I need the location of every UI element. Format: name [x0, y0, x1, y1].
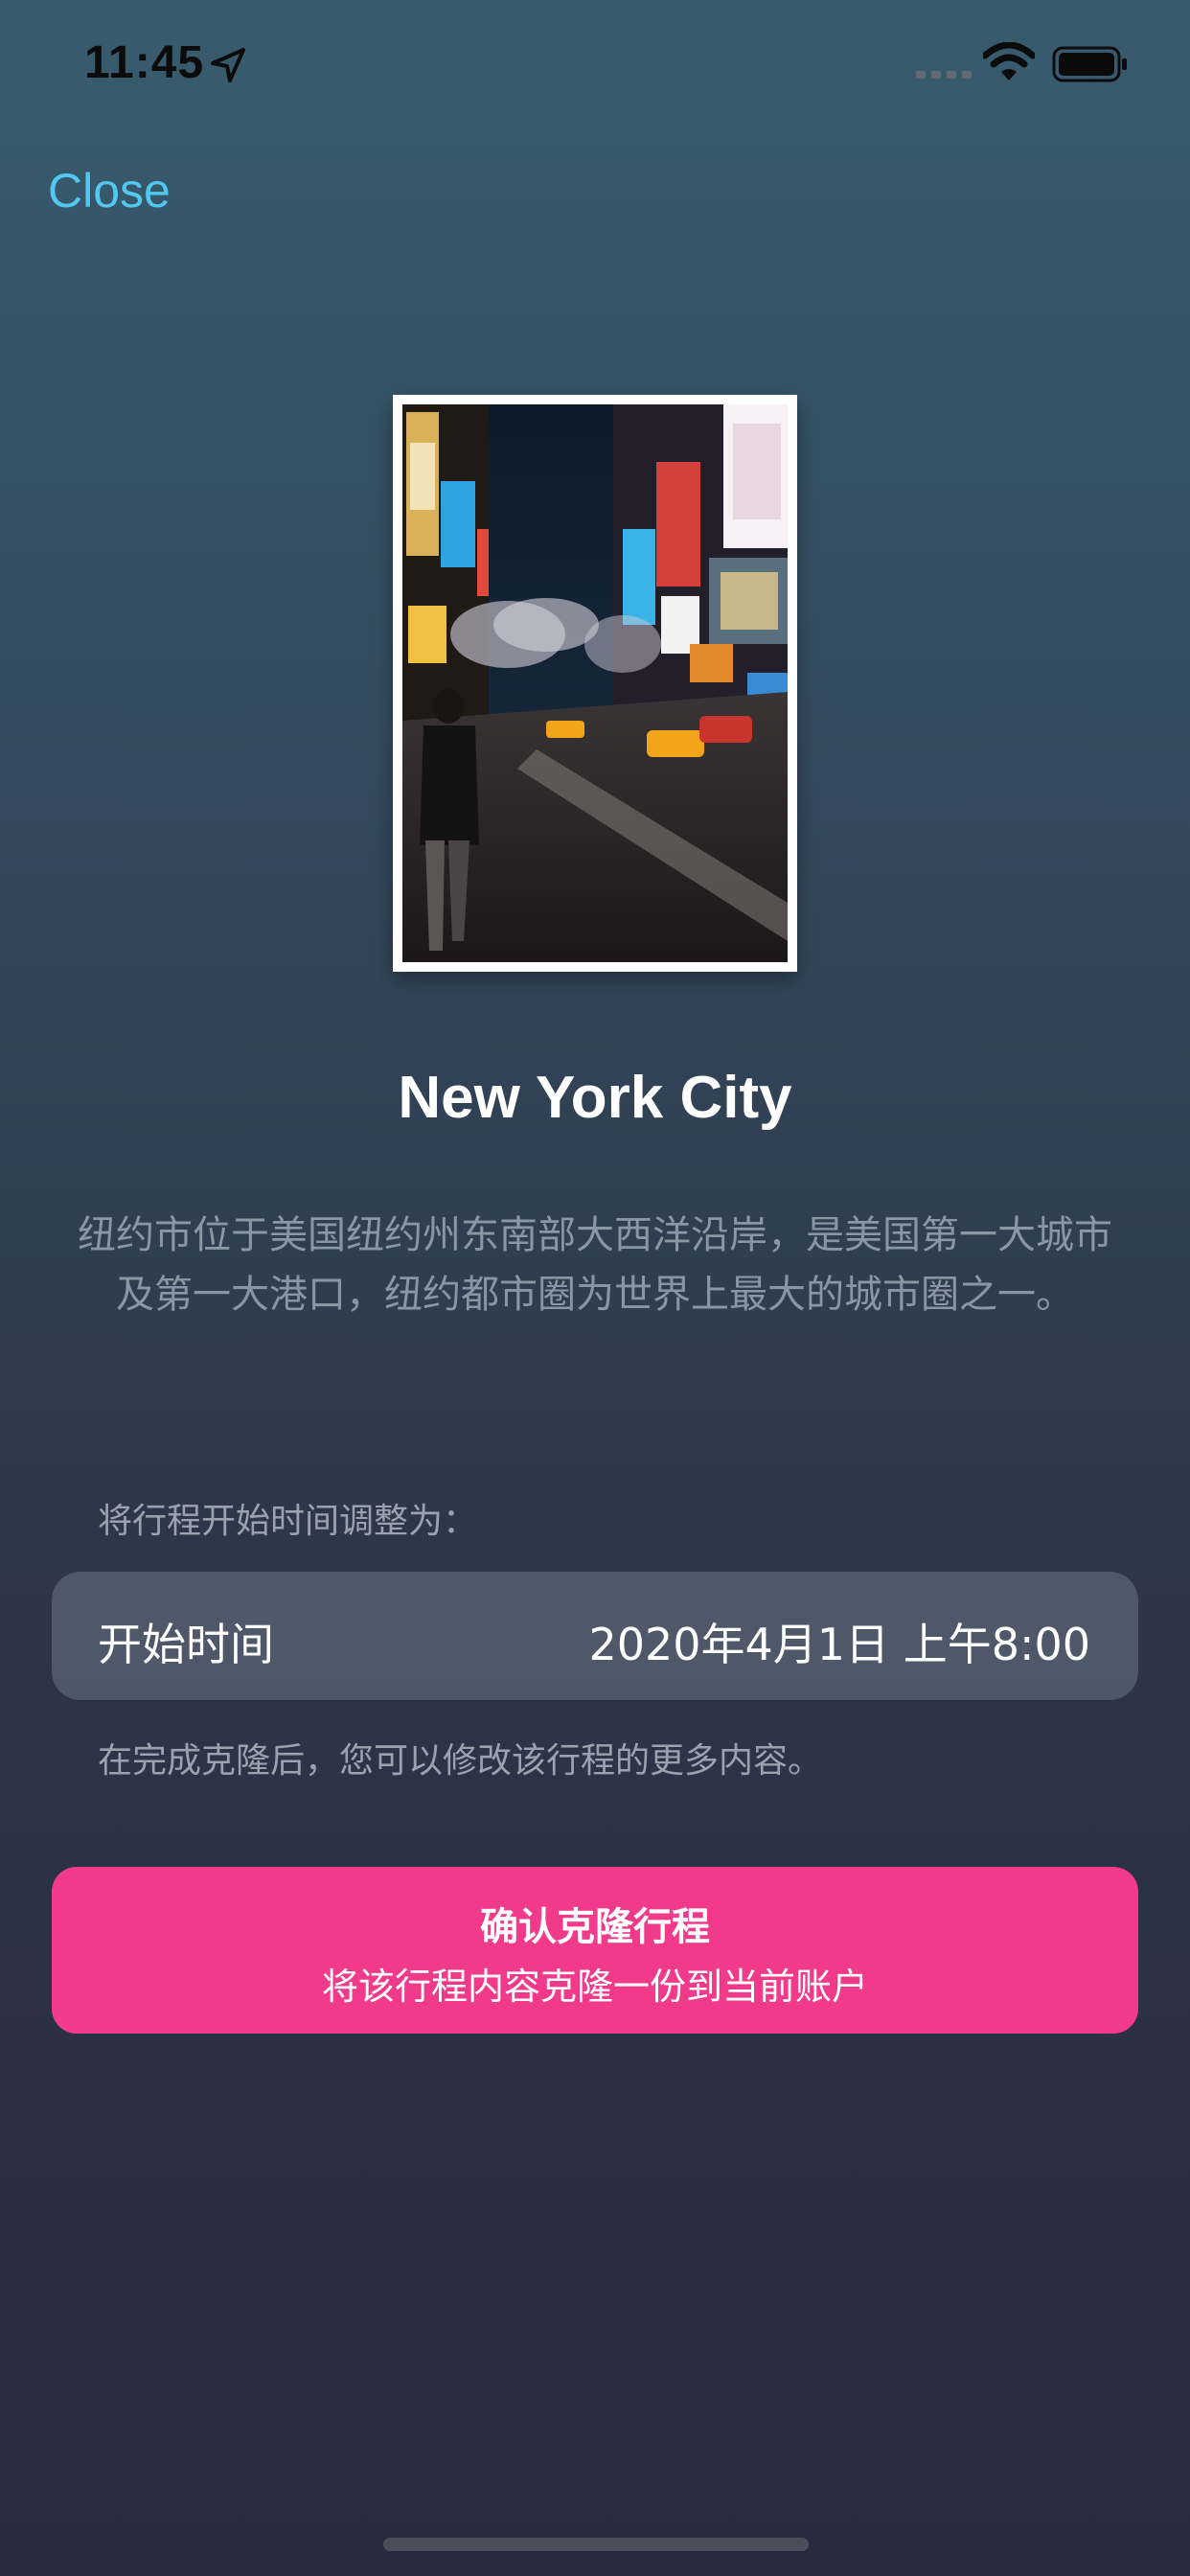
close-button[interactable]: Close	[48, 163, 171, 218]
cellular-signal-icon	[916, 71, 972, 79]
home-indicator[interactable]	[383, 2538, 809, 2551]
confirm-clone-button[interactable]: 确认克隆行程 将该行程内容克隆一份到当前账户	[52, 1867, 1138, 2034]
start-time-label: 开始时间	[98, 1619, 274, 1670]
status-time: 11:45	[84, 37, 205, 88]
city-street-photo	[402, 404, 788, 962]
location-arrow-icon	[211, 48, 245, 82]
city-description: 纽约市位于美国纽约州东南部大西洋沿岸，是美国第一大城市及第一大港口，纽约都市圈为…	[78, 1213, 1112, 1317]
confirm-clone-subtitle: 将该行程内容克隆一份到当前账户	[321, 1966, 868, 2008]
wifi-icon	[983, 42, 1035, 80]
confirm-clone-title: 确认克隆行程	[480, 1905, 710, 1949]
battery-icon	[1052, 46, 1127, 82]
city-photo	[393, 395, 797, 972]
adjust-start-label: 将行程开始时间调整为：	[98, 1502, 478, 1541]
clone-note: 在完成克隆后，您可以修改该行程的更多内容。	[98, 1741, 823, 1781]
city-title: New York City	[398, 1065, 792, 1131]
start-time-value[interactable]: 2020年4月1日 上午8:00	[588, 1610, 1090, 1673]
